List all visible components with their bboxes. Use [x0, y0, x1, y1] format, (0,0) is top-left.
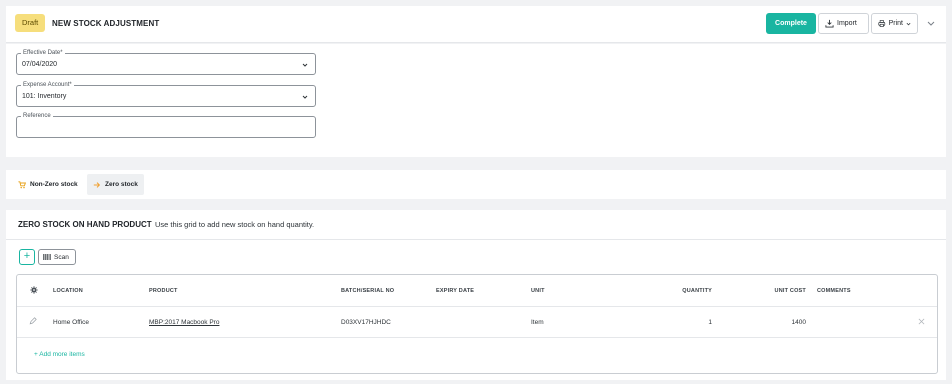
- chevron-down-icon: [906, 22, 911, 25]
- expense-account-label: Expense Account*: [21, 81, 74, 89]
- tab-label: Non-Zero stock: [30, 181, 78, 188]
- page-title: NEW STOCK ADJUSTMENT: [52, 19, 160, 28]
- cell-location: Home Office: [53, 319, 90, 326]
- edit-pencil-icon[interactable]: [29, 317, 37, 325]
- chevron-down-icon: [302, 95, 308, 99]
- add-row-button[interactable]: +: [19, 249, 35, 265]
- print-label: Print: [888, 20, 903, 27]
- column-header-batch: BATCH/SERIAL NO: [341, 288, 395, 294]
- cell-unit: Item: [531, 319, 544, 326]
- cell-unit-cost: 1400: [791, 319, 806, 326]
- grid-subtitle: Use this grid to add new stock on hand q…: [155, 220, 315, 229]
- cart-icon: [18, 180, 26, 188]
- column-header-comments: COMMENTS: [817, 288, 851, 294]
- import-label: Import: [837, 20, 857, 27]
- product-link[interactable]: MBP:2017 Macbook Pro: [149, 319, 219, 326]
- column-header-unit-cost: UNIT COST: [774, 288, 806, 294]
- reference-field[interactable]: Reference: [16, 112, 316, 138]
- effective-date-value: 07/04/2020: [22, 61, 58, 68]
- page-header: Draft NEW STOCK ADJUSTMENT Complete Impo…: [6, 6, 946, 43]
- expense-account-field[interactable]: Expense Account* 101: Inventory: [16, 81, 316, 107]
- tab-zero-stock[interactable]: Zero stock: [87, 174, 144, 195]
- stock-table: LOCATION PRODUCT BATCH/SERIAL NO EXPIRY …: [16, 274, 938, 374]
- status-badge: Draft: [15, 14, 46, 32]
- effective-date-field[interactable]: Effective Date* 07/04/2020: [16, 49, 316, 75]
- download-icon: [825, 19, 834, 28]
- effective-date-label: Effective Date*: [21, 49, 65, 57]
- printer-icon: [878, 20, 886, 27]
- column-header-unit: UNIT: [531, 288, 545, 294]
- divider: [17, 337, 937, 338]
- scan-button[interactable]: Scan: [38, 249, 76, 265]
- print-button[interactable]: Print: [871, 13, 918, 34]
- reference-label: Reference: [21, 112, 53, 120]
- adjustment-form: Effective Date* 07/04/2020 Expense Accou…: [6, 44, 946, 157]
- cell-quantity: 1: [708, 319, 712, 326]
- complete-button[interactable]: Complete: [766, 13, 816, 34]
- barcode-icon: [43, 254, 51, 260]
- expense-account-value: 101: Inventory: [22, 93, 67, 100]
- divider: [6, 239, 946, 240]
- column-header-expiry: EXPIRY DATE: [436, 288, 475, 294]
- divider: [17, 306, 937, 307]
- remove-row-icon[interactable]: [918, 318, 925, 325]
- settings-gear-icon[interactable]: [30, 286, 38, 294]
- arrow-right-icon: [93, 181, 101, 188]
- stock-tabs: Non-Zero stock Zero stock: [6, 170, 946, 199]
- column-header-quantity: QUANTITY: [682, 288, 712, 294]
- zero-stock-grid: ZERO STOCK ON HAND PRODUCT Use this grid…: [6, 210, 946, 380]
- tab-non-zero-stock[interactable]: Non-Zero stock: [12, 174, 84, 195]
- tab-label: Zero stock: [105, 181, 138, 188]
- add-more-items-link[interactable]: + Add more items: [34, 351, 85, 358]
- scan-label: Scan: [54, 253, 69, 261]
- import-button[interactable]: Import: [818, 13, 869, 34]
- grid-title: ZERO STOCK ON HAND PRODUCT: [18, 220, 152, 229]
- column-header-product: PRODUCT: [149, 288, 178, 294]
- chevron-down-icon: [302, 63, 308, 67]
- cell-batch: D03XV17HJHDC: [341, 319, 391, 326]
- column-header-location: LOCATION: [53, 288, 83, 294]
- collapse-chevron-icon[interactable]: [924, 16, 938, 30]
